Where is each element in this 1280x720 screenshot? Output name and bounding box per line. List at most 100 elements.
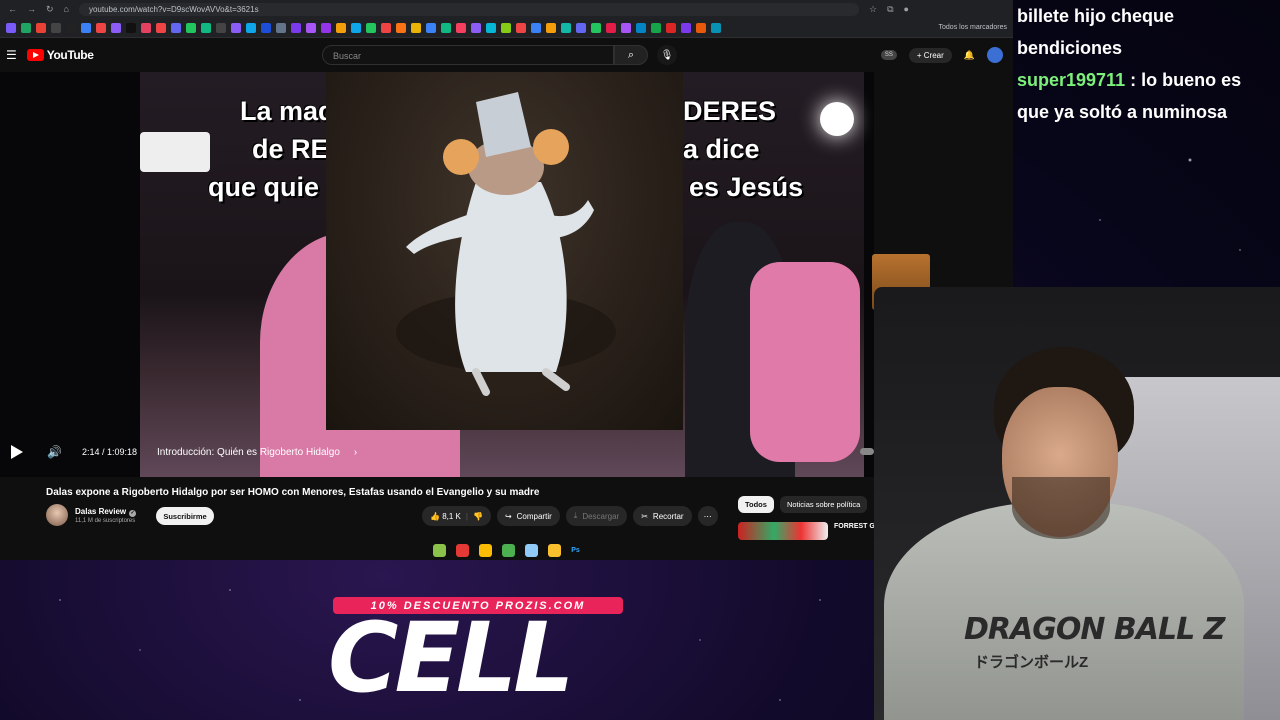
bookmark-icon[interactable] bbox=[66, 22, 76, 33]
bookmark-icon[interactable] bbox=[156, 22, 166, 33]
share-button[interactable]: ↪ Compartir bbox=[496, 506, 560, 526]
bookmark-icon[interactable] bbox=[441, 22, 451, 33]
bookmark-icon[interactable] bbox=[471, 22, 481, 33]
bookmark-icon[interactable] bbox=[21, 22, 31, 33]
url-field[interactable]: youtube.com/watch?v=D9scWovAVVo&t=3621s bbox=[78, 2, 859, 16]
account-avatar[interactable] bbox=[987, 47, 1003, 63]
bookmark-icon[interactable] bbox=[606, 22, 616, 33]
thumbs-down-icon[interactable]: 👎 bbox=[473, 512, 483, 521]
extensions-icon[interactable]: ⧉ bbox=[887, 4, 893, 15]
bookmark-icon[interactable] bbox=[276, 22, 286, 33]
bookmark-icon[interactable] bbox=[456, 22, 466, 33]
bookmark-icon[interactable] bbox=[216, 22, 226, 33]
chip-politics[interactable]: Noticias sobre política bbox=[779, 496, 868, 513]
share-label: Compartir bbox=[516, 511, 552, 521]
bookmark-icon[interactable] bbox=[141, 22, 151, 33]
bookmark-icon[interactable] bbox=[711, 22, 721, 33]
bookmark-icon[interactable] bbox=[651, 22, 661, 33]
bookmark-icon[interactable] bbox=[516, 22, 526, 33]
home-icon[interactable]: ⌂ bbox=[64, 4, 69, 14]
bookmark-icon[interactable] bbox=[681, 22, 691, 33]
bookmark-icon[interactable] bbox=[621, 22, 631, 33]
profile-icon[interactable]: ● bbox=[904, 4, 909, 14]
bookmark-icon[interactable] bbox=[51, 22, 61, 33]
chapter-button[interactable]: Introducción: Quién es Rigoberto Hidalgo… bbox=[157, 447, 357, 458]
bookmark-icon[interactable] bbox=[591, 22, 601, 33]
taskbar-app-icon[interactable] bbox=[548, 543, 562, 557]
forward-icon[interactable]: → bbox=[27, 4, 36, 14]
bookmark-icon[interactable] bbox=[36, 22, 46, 33]
bookmark-icon[interactable] bbox=[306, 22, 316, 33]
bookmark-icon[interactable] bbox=[246, 22, 256, 33]
chevron-right-icon: › bbox=[353, 446, 358, 458]
more-horiz-icon: ⋯ bbox=[703, 511, 712, 521]
bookmark-icon[interactable] bbox=[81, 22, 91, 33]
like-button[interactable]: 👍 8,1 K bbox=[430, 512, 461, 521]
menu-icon[interactable]: ☰ bbox=[6, 48, 17, 62]
bookmark-icon[interactable] bbox=[351, 22, 361, 33]
bookmark-icon[interactable] bbox=[666, 22, 676, 33]
voice-search-button[interactable]: 🎙 bbox=[657, 45, 677, 65]
channel-name: Dalas Review bbox=[75, 507, 127, 516]
clip-button[interactable]: ✂ Recortar bbox=[633, 506, 692, 526]
bookmark-icon[interactable] bbox=[486, 22, 496, 33]
bookmark-icon[interactable] bbox=[531, 22, 541, 33]
taskbar-app-icon[interactable] bbox=[456, 543, 470, 557]
clip-label: Recortar bbox=[652, 511, 684, 521]
bookmark-icon[interactable] bbox=[231, 22, 241, 33]
bookmark-icon[interactable] bbox=[546, 22, 556, 33]
bookmark-icon[interactable] bbox=[381, 22, 391, 33]
subscribe-button[interactable]: Suscribirme bbox=[156, 507, 214, 525]
search-input[interactable]: Buscar bbox=[322, 45, 614, 65]
bookmark-star-icon[interactable]: ☆ bbox=[869, 4, 877, 15]
bookmark-icon[interactable] bbox=[561, 22, 571, 33]
like-count: 8,1 K bbox=[442, 511, 461, 521]
create-label: Crear bbox=[923, 50, 944, 60]
volume-icon[interactable]: 🔊 bbox=[47, 445, 62, 459]
bookmark-icon[interactable] bbox=[321, 22, 331, 33]
photoshop-icon[interactable]: Ps bbox=[571, 547, 580, 554]
bookmark-icon[interactable] bbox=[411, 22, 421, 33]
bookmark-icon[interactable] bbox=[111, 22, 121, 33]
bookmark-icon[interactable] bbox=[126, 22, 136, 33]
channel-avatar[interactable] bbox=[46, 504, 68, 526]
plus-icon: + bbox=[916, 50, 924, 60]
bookmark-icon[interactable] bbox=[291, 22, 301, 33]
taskbar-app-icon[interactable] bbox=[479, 543, 493, 557]
bookmark-icon[interactable] bbox=[696, 22, 706, 33]
search-button[interactable]: ⌕ bbox=[614, 45, 648, 65]
taskbar: Ps bbox=[0, 540, 1013, 560]
channel-name-link[interactable]: Dalas Review ✓ bbox=[75, 507, 137, 517]
taskbar-app-icon[interactable] bbox=[502, 543, 516, 557]
back-icon[interactable]: ← bbox=[8, 4, 17, 14]
create-button[interactable]: + Crear bbox=[908, 47, 952, 63]
bookmark-icon[interactable] bbox=[501, 22, 511, 33]
more-actions-button[interactable]: ⋯ bbox=[697, 506, 718, 526]
notifications-bell-icon[interactable]: 🔔 bbox=[964, 50, 975, 61]
bookmark-icon[interactable] bbox=[396, 22, 406, 33]
download-button[interactable]: ⤓ Descargar bbox=[565, 506, 628, 526]
bookmark-icon[interactable] bbox=[171, 22, 181, 33]
bookmark-icon[interactable] bbox=[366, 22, 376, 33]
related-video-title[interactable]: FORREST G bbox=[834, 523, 875, 530]
chat-line: que ya soltó a numinosa bbox=[1017, 96, 1276, 128]
bookmark-icon[interactable] bbox=[186, 22, 196, 33]
bookmarks-folder[interactable]: Todos los marcadores bbox=[939, 24, 1007, 31]
bookmark-icon[interactable] bbox=[96, 22, 106, 33]
bookmark-icon[interactable] bbox=[261, 22, 271, 33]
related-video-thumbnail[interactable] bbox=[738, 522, 828, 540]
chip-todos[interactable]: Todos bbox=[738, 496, 774, 513]
bookmark-icon[interactable] bbox=[636, 22, 646, 33]
bookmark-icon[interactable] bbox=[6, 22, 16, 33]
bookmark-icon[interactable] bbox=[336, 22, 346, 33]
bookmark-icon[interactable] bbox=[426, 22, 436, 33]
youtube-logo[interactable]: YouTube bbox=[26, 48, 94, 62]
bookmark-icon[interactable] bbox=[201, 22, 211, 33]
play-icon[interactable] bbox=[11, 445, 23, 459]
bookmark-icon[interactable] bbox=[576, 22, 586, 33]
taskbar-app-icon[interactable] bbox=[525, 543, 539, 557]
header-badge[interactable]: SS bbox=[880, 50, 897, 60]
taskbar-app-icon[interactable] bbox=[433, 543, 447, 557]
reload-icon[interactable]: ↻ bbox=[46, 4, 54, 15]
autoplay-toggle[interactable] bbox=[860, 448, 874, 455]
